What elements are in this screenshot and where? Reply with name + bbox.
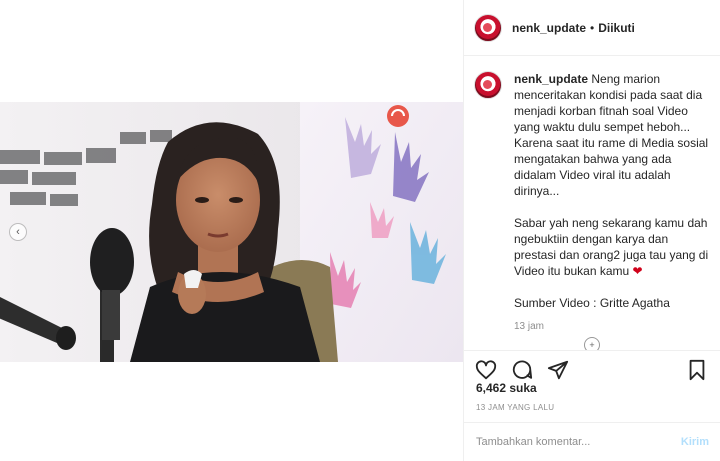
like-button[interactable] [474, 358, 498, 382]
paper-plane-icon [547, 360, 569, 379]
post-timestamp[interactable]: 13 JAM YANG LALU [476, 403, 554, 412]
caption-paragraph-1: nenk_update Neng marion menceritakan kon… [514, 71, 709, 199]
post-sidebar: nenk_update • Diikuti nenk_update Neng m… [463, 0, 720, 461]
comments-section: nenk_update Neng marion menceritakan kon… [464, 57, 720, 350]
caption-row: nenk_update Neng marion menceritakan kon… [474, 71, 709, 335]
share-button[interactable] [546, 358, 570, 382]
caption-text-2: Sabar yah neng sekarang kamu dah ngebukt… [514, 216, 709, 278]
bookmark-icon [689, 359, 705, 380]
caption-avatar[interactable] [474, 71, 502, 99]
heart-emoji-icon: ❤ [632, 264, 643, 278]
post-video[interactable] [0, 102, 463, 362]
video-frame [0, 102, 463, 362]
caption-time: 13 jam [514, 321, 545, 332]
separator-dot: • [590, 20, 595, 35]
caption-username[interactable]: nenk_update [514, 72, 588, 86]
action-bar [464, 350, 720, 382]
add-comment-bar: Kirim [464, 422, 720, 461]
post-header: nenk_update • Diikuti [464, 0, 720, 56]
avatar[interactable] [474, 13, 502, 42]
heart-outline-icon [475, 359, 497, 379]
chevron-left-icon: ‹ [16, 226, 20, 238]
caption-paragraph-2: Sabar yah neng sekarang kamu dah ngebukt… [514, 215, 709, 279]
save-button[interactable] [685, 358, 709, 382]
comment-bubble-icon [512, 360, 533, 379]
comment-input[interactable] [476, 436, 681, 448]
likes-count[interactable]: 6,462 suka [476, 381, 537, 395]
caption-text-1: Neng marion menceritakan kondisi pada sa… [514, 72, 709, 198]
load-more-comments-button[interactable]: + [584, 337, 600, 350]
comment-button[interactable] [510, 358, 534, 382]
plus-icon: + [589, 340, 595, 350]
follow-status-button[interactable]: Diikuti [598, 21, 635, 35]
post-username[interactable]: nenk_update [512, 21, 586, 35]
post-comment-button[interactable]: Kirim [681, 436, 709, 448]
post-media: ‹ [0, 0, 463, 461]
caption-body: nenk_update Neng marion menceritakan kon… [514, 71, 709, 335]
caption-source: Sumber Video : Gritte Agatha [514, 296, 670, 310]
carousel-prev-button[interactable]: ‹ [9, 223, 27, 241]
